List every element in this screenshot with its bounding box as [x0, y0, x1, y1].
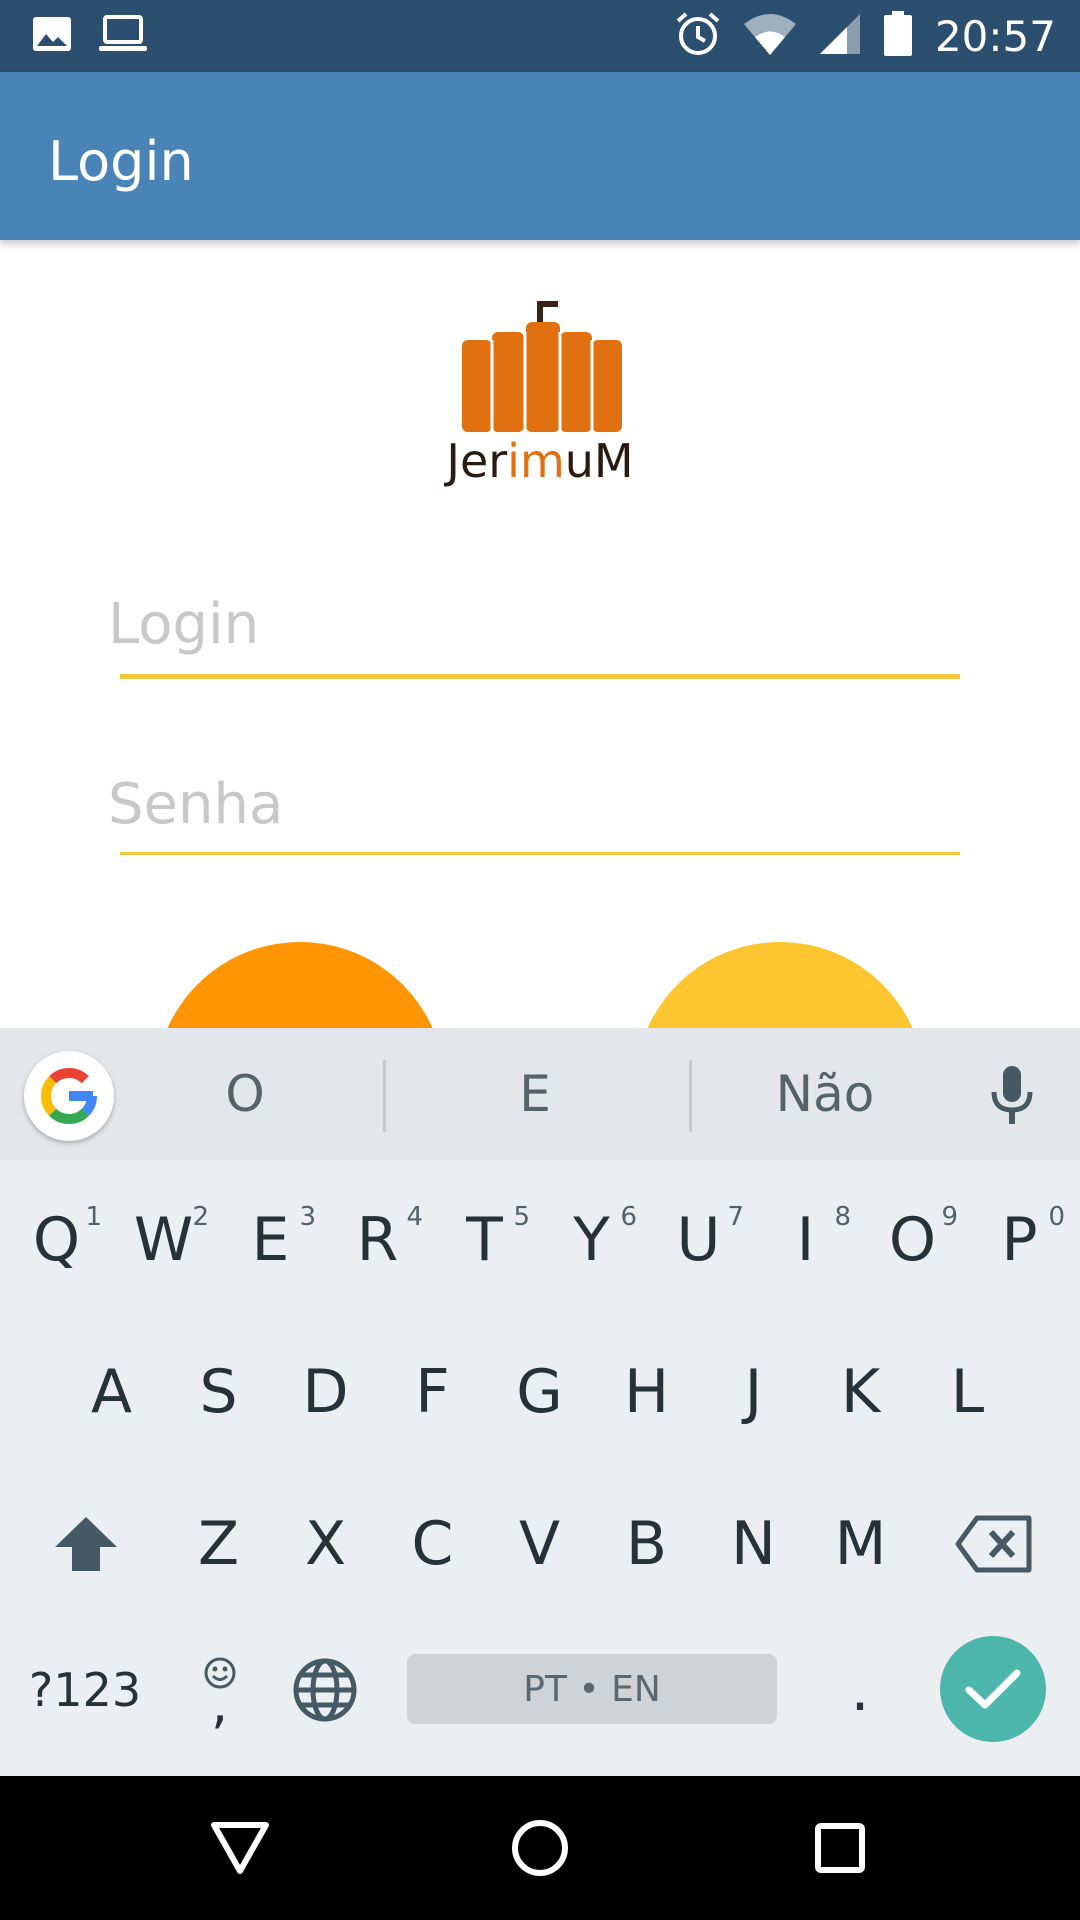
suggestion-1[interactable]: O	[140, 1058, 350, 1130]
cell-signal-icon	[819, 13, 861, 60]
suggestion-bar: O E Não	[0, 1028, 1080, 1160]
comma-label: ,	[211, 1672, 229, 1735]
key-a[interactable]: A	[58, 1322, 165, 1462]
key-e[interactable]: E3	[217, 1170, 324, 1310]
key-hint: 9	[941, 1202, 958, 1232]
status-time: 20:57	[934, 11, 1056, 61]
enter-key[interactable]	[940, 1636, 1046, 1742]
soft-keyboard: O E Não Q1 W2 E3 R4 T5 Y6 U7 I8 O9 P0 A …	[0, 1028, 1080, 1776]
key-r[interactable]: R4	[324, 1170, 431, 1310]
microphone-icon[interactable]	[990, 1064, 1034, 1131]
key-label: T	[466, 1205, 503, 1275]
pumpkin-logo-icon	[462, 301, 622, 432]
key-g[interactable]: G	[486, 1322, 593, 1462]
key-q[interactable]: Q1	[3, 1170, 110, 1310]
key-label: E	[251, 1205, 290, 1275]
space-key[interactable]: PT • EN	[407, 1654, 777, 1724]
key-x[interactable]: X	[272, 1474, 379, 1614]
key-f[interactable]: F	[379, 1322, 486, 1462]
navigation-bar	[0, 1776, 1080, 1920]
emoji-comma-key[interactable]: ,	[175, 1620, 265, 1760]
shift-icon	[55, 1517, 117, 1571]
symbols-key[interactable]: ?123	[20, 1620, 150, 1760]
key-u[interactable]: U7	[645, 1170, 752, 1310]
alarm-icon	[675, 11, 721, 62]
suggestion-divider	[689, 1060, 692, 1132]
key-k[interactable]: K	[807, 1322, 914, 1462]
suggestion-divider	[383, 1060, 386, 1132]
key-j[interactable]: J	[700, 1322, 807, 1462]
key-z[interactable]: Z	[165, 1474, 272, 1614]
key-hint: 1	[85, 1202, 102, 1232]
key-hint: 5	[513, 1202, 530, 1232]
shift-key[interactable]	[30, 1474, 142, 1614]
globe-icon	[293, 1658, 357, 1722]
key-label: Q	[32, 1205, 81, 1275]
key-c[interactable]: C	[379, 1474, 486, 1614]
battery-icon	[883, 10, 913, 62]
key-label: P	[1001, 1205, 1038, 1275]
suggestion-2[interactable]: E	[420, 1058, 650, 1130]
key-hint: 3	[299, 1202, 316, 1232]
logo-word-post: uM	[564, 434, 634, 488]
key-w[interactable]: W2	[110, 1170, 217, 1310]
senha-input[interactable]	[108, 758, 960, 850]
key-hint: 0	[1048, 1202, 1065, 1232]
backspace-key[interactable]	[940, 1474, 1048, 1614]
logo-word-highlight: im	[507, 434, 565, 488]
senha-field	[108, 758, 960, 858]
key-label: I	[796, 1205, 815, 1275]
recents-icon[interactable]	[808, 1816, 872, 1880]
key-label: Y	[573, 1205, 610, 1275]
key-hint: 7	[727, 1202, 744, 1232]
senha-underline	[120, 852, 960, 855]
key-b[interactable]: B	[593, 1474, 700, 1614]
key-m[interactable]: M	[807, 1474, 914, 1614]
key-i[interactable]: I8	[752, 1170, 859, 1310]
key-p[interactable]: P0	[966, 1170, 1073, 1310]
login-form-area: JerimuM	[0, 240, 1080, 1028]
key-v[interactable]: V	[486, 1474, 593, 1614]
logo-word-pre: Jer	[446, 434, 508, 488]
image-notification-icon	[32, 16, 72, 57]
yellow-action-button[interactable]	[635, 942, 925, 1028]
key-hint: 4	[406, 1202, 423, 1232]
language-key[interactable]	[280, 1620, 370, 1760]
key-hint: 8	[834, 1202, 851, 1232]
check-icon	[965, 1669, 1021, 1709]
wifi-icon	[743, 12, 797, 61]
key-label: U	[676, 1205, 721, 1275]
key-h[interactable]: H	[593, 1322, 700, 1462]
key-d[interactable]: D	[272, 1322, 379, 1462]
key-label: O	[888, 1205, 937, 1275]
key-o[interactable]: O9	[859, 1170, 966, 1310]
backspace-icon	[955, 1515, 1032, 1573]
key-y[interactable]: Y6	[538, 1170, 645, 1310]
login-field	[108, 578, 960, 679]
key-t[interactable]: T5	[431, 1170, 538, 1310]
suggestion-3[interactable]: Não	[720, 1058, 930, 1130]
key-hint: 6	[620, 1202, 637, 1232]
laptop-notification-icon	[98, 14, 148, 59]
login-underline	[120, 674, 960, 679]
app-bar: Login	[0, 72, 1080, 240]
back-icon[interactable]	[208, 1816, 272, 1880]
google-icon[interactable]	[24, 1051, 114, 1141]
logo-wordmark: JerimuM	[440, 434, 640, 488]
login-input[interactable]	[108, 578, 960, 670]
status-bar: 20:57	[0, 0, 1080, 72]
login-screen: 20:57 Login JerimuM Login O E Não Q 1 W …	[0, 0, 1080, 1920]
key-label: W	[133, 1205, 194, 1275]
key-label: R	[356, 1205, 399, 1275]
key-s[interactable]: S	[165, 1322, 272, 1462]
orange-action-button[interactable]	[155, 942, 445, 1028]
jerimum-logo: JerimuM	[440, 296, 640, 496]
home-icon[interactable]	[508, 1816, 572, 1880]
key-n[interactable]: N	[700, 1474, 807, 1614]
key-hint: 2	[192, 1202, 209, 1232]
page-title: Login	[48, 130, 194, 193]
period-key[interactable]: .	[812, 1620, 908, 1760]
key-l[interactable]: L	[914, 1322, 1021, 1462]
